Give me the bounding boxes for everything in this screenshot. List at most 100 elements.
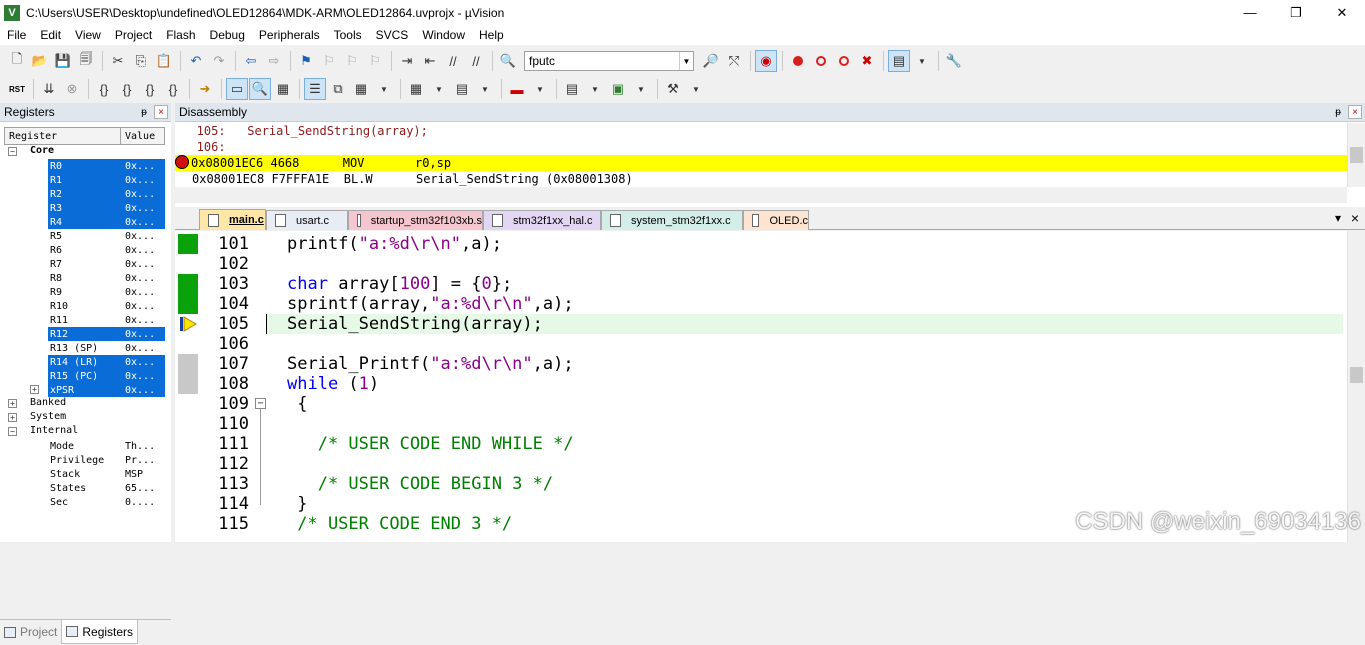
menu-svcs[interactable]: SVCS xyxy=(369,28,416,42)
register-row[interactable]: R5 0x... xyxy=(4,229,165,243)
chevron-down-icon[interactable]: ▼ xyxy=(679,52,693,70)
find-in-files-icon[interactable]: 🔍 xyxy=(497,50,519,72)
menu-peripherals[interactable]: Peripherals xyxy=(252,28,327,42)
indent-icon[interactable]: ⇥ xyxy=(396,50,418,72)
menu-file[interactable]: File xyxy=(0,28,33,42)
next-bookmark-icon[interactable]: ⚐ xyxy=(341,50,363,72)
step-over-icon[interactable]: {} xyxy=(116,78,138,100)
menu-window[interactable]: Window xyxy=(415,28,472,42)
tree-group-banked[interactable]: Banked xyxy=(30,397,66,408)
kill-breakpoints-icon[interactable]: ✖ xyxy=(856,50,878,72)
step-out-icon[interactable]: {} xyxy=(139,78,161,100)
editor-tab-oled-c[interactable]: OLED.c xyxy=(743,210,809,230)
run-icon[interactable]: ⇊ xyxy=(38,78,60,100)
tab-project[interactable]: Project xyxy=(0,620,61,644)
register-row[interactable]: Sec 0.... xyxy=(4,495,165,509)
register-row[interactable]: + xPSR 0x... xyxy=(4,383,165,397)
editor-tab-stm32f1xx-hal-c[interactable]: stm32f1xx_hal.c xyxy=(483,210,601,230)
editor-tab-system-stm32f1xx-c[interactable]: system_stm32f1xx.c xyxy=(601,210,743,230)
window-layout-icon[interactable]: ▤ xyxy=(888,50,910,72)
uncomment-icon[interactable]: // xyxy=(465,50,487,72)
register-row[interactable]: R13 (SP) 0x... xyxy=(4,341,165,355)
toolbox-icon[interactable]: ⚒ xyxy=(662,78,684,100)
chevron-down-icon[interactable]: ▼ xyxy=(529,78,551,100)
chevron-down-icon[interactable]: ▼ xyxy=(685,78,707,100)
serial-window-icon[interactable]: ▤ xyxy=(451,78,473,100)
expand-toggle-icon[interactable]: + xyxy=(8,399,17,408)
editor-vertical-scrollbar[interactable] xyxy=(1347,231,1365,542)
register-row[interactable]: States 65... xyxy=(4,481,165,495)
comment-icon[interactable]: // xyxy=(442,50,464,72)
redo-icon[interactable]: ↷ xyxy=(208,50,230,72)
register-row[interactable]: R11 0x... xyxy=(4,313,165,327)
enable-breakpoint-icon[interactable] xyxy=(810,50,832,72)
editor-tab-main-c[interactable]: main.c xyxy=(199,209,266,230)
memory-window-icon[interactable]: ▦ xyxy=(405,78,427,100)
register-row[interactable]: R14 (LR) 0x... xyxy=(4,355,165,369)
cut-icon[interactable]: ✂ xyxy=(107,50,129,72)
menu-project[interactable]: Project xyxy=(108,28,159,42)
chevron-down-icon[interactable]: ▼ xyxy=(911,50,933,72)
disassembly-horizontal-scrollbar[interactable] xyxy=(175,187,1347,203)
register-row[interactable]: R2 0x... xyxy=(4,187,165,201)
chevron-down-icon[interactable]: ▼ xyxy=(584,78,606,100)
run-to-cursor-icon[interactable]: {} xyxy=(162,78,184,100)
open-folder-icon[interactable]: 📂 xyxy=(29,50,51,72)
disassembly-line[interactable]: 106: xyxy=(175,139,1347,155)
watch-window-icon[interactable]: ▦ xyxy=(350,78,372,100)
close-icon[interactable]: × xyxy=(1348,105,1362,119)
nav-forward-icon[interactable]: ⇨ xyxy=(263,50,285,72)
expand-toggle-icon[interactable]: + xyxy=(30,385,39,394)
system-viewer-icon[interactable]: ▣ xyxy=(607,78,629,100)
disable-breakpoints-icon[interactable] xyxy=(833,50,855,72)
trace-window-icon[interactable]: ▤ xyxy=(561,78,583,100)
scrollbar-thumb[interactable] xyxy=(1350,147,1363,163)
register-row[interactable]: Privilege Pr... xyxy=(4,453,165,467)
expand-toggle-icon[interactable]: − xyxy=(8,427,17,436)
minimize-button[interactable]: — xyxy=(1227,0,1273,25)
chevron-down-icon[interactable]: ▼ xyxy=(630,78,652,100)
disassembly-line[interactable]: 0x08001EC8 F7FFFA1E BL.W Serial_SendStri… xyxy=(175,171,1347,187)
nav-back-icon[interactable]: ⇦ xyxy=(240,50,262,72)
incremental-find-icon[interactable]: ⤲ xyxy=(723,50,745,72)
register-row[interactable]: R7 0x... xyxy=(4,257,165,271)
chevron-down-icon[interactable]: ▼ xyxy=(373,78,395,100)
call-stack-window-icon[interactable]: ⧉ xyxy=(327,78,349,100)
column-header-value[interactable]: Value xyxy=(121,128,155,144)
disassembly-window-icon[interactable]: 🔍 xyxy=(249,78,271,100)
prev-bookmark-icon[interactable]: ⚐ xyxy=(318,50,340,72)
code-editor[interactable]: 101 printf("a:%d\r\n",a); 102 103 char array… xyxy=(175,231,1365,542)
disassembly-line[interactable]: 0x08001EC6 4668 MOV r0,sp xyxy=(175,155,1347,171)
register-row[interactable]: R6 0x... xyxy=(4,243,165,257)
analysis-window-icon[interactable]: ▬ xyxy=(506,78,528,100)
chevron-down-icon[interactable]: ▼ xyxy=(428,78,450,100)
disassembly-listing[interactable]: 105: Serial_SendString(array); 106: 0x080… xyxy=(175,123,1347,187)
maximize-button[interactable]: ❐ xyxy=(1273,0,1319,25)
disassembly-vertical-scrollbar[interactable] xyxy=(1347,123,1365,187)
register-row[interactable]: R1 0x... xyxy=(4,173,165,187)
tree-group-internal[interactable]: Internal xyxy=(30,425,78,436)
register-row[interactable]: R3 0x... xyxy=(4,201,165,215)
register-row[interactable]: R12 0x... xyxy=(4,327,165,341)
tree-group-core[interactable]: Core xyxy=(30,145,54,156)
insert-breakpoint-icon[interactable] xyxy=(787,50,809,72)
paste-icon[interactable]: 📋 xyxy=(153,50,175,72)
save-icon[interactable]: 💾 xyxy=(52,50,74,72)
register-row[interactable]: Stack MSP xyxy=(4,467,165,481)
close-window-button[interactable]: ✕ xyxy=(1319,0,1365,25)
menu-debug[interactable]: Debug xyxy=(203,28,252,42)
editor-tab-usart-c[interactable]: usart.c xyxy=(266,210,348,230)
expand-toggle-icon[interactable]: − xyxy=(8,147,17,156)
fold-toggle-icon[interactable]: − xyxy=(255,398,266,409)
menu-flash[interactable]: Flash xyxy=(159,28,202,42)
register-row[interactable]: R0 0x... xyxy=(4,159,165,173)
tab-registers[interactable]: Registers xyxy=(61,620,139,644)
copy-icon[interactable]: ⎘ xyxy=(130,50,152,72)
stop-icon[interactable]: ⊗ xyxy=(61,78,83,100)
register-row[interactable]: R9 0x... xyxy=(4,285,165,299)
new-file-icon[interactable]: 🗋 xyxy=(6,50,28,72)
bookmark-icon[interactable]: ⚑ xyxy=(295,50,317,72)
pin-icon[interactable]: ᵽ xyxy=(1331,105,1345,119)
register-row[interactable]: R10 0x... xyxy=(4,299,165,313)
configure-icon[interactable]: 🔧 xyxy=(943,50,965,72)
